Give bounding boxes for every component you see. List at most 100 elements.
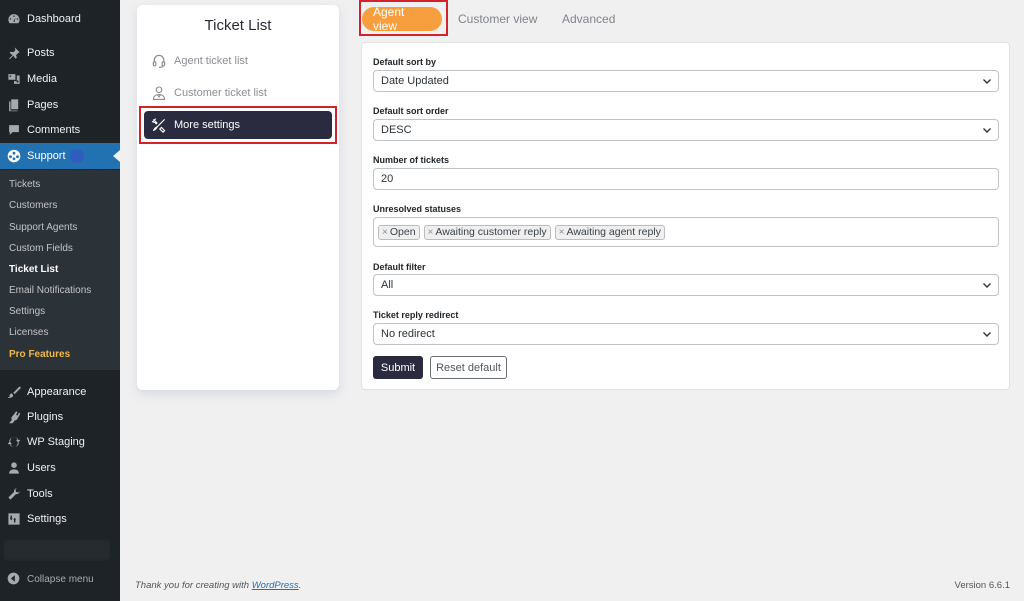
agent-view-settings-form: Default sort by Date Updated Default sor…	[361, 42, 1010, 390]
menu-item-label: Dashboard	[27, 13, 81, 25]
default-filter-select[interactable]: All	[373, 274, 999, 296]
menu-item-users[interactable]: Users	[0, 455, 120, 481]
reset-default-button[interactable]: Reset default	[430, 356, 507, 379]
status-tag-awaiting-agent-reply[interactable]: × Awaiting agent reply	[554, 224, 665, 240]
collapse-arrow-icon	[7, 572, 21, 586]
footer-thanks-suffix: .	[298, 580, 302, 591]
footer-thanks: Thank you for creating with WordPress.	[135, 580, 301, 591]
notification-badge	[69, 149, 84, 163]
number-of-tickets-input[interactable]: 20	[373, 168, 999, 190]
sync-icon	[7, 435, 21, 449]
footer-version: Version 6.6.1	[954, 580, 1010, 591]
input-value: 20	[381, 173, 394, 185]
menu-item-label: Tools	[27, 488, 53, 500]
headset-icon	[151, 53, 167, 69]
ticket-reply-redirect-select[interactable]: No redirect	[373, 323, 999, 345]
nav-item-label: Agent ticket list	[174, 55, 248, 67]
chevron-down-icon	[982, 125, 992, 135]
menu-item-posts[interactable]: Posts	[0, 40, 120, 66]
user-icon	[7, 461, 21, 475]
menu-item-label: Appearance	[27, 386, 87, 398]
unresolved-statuses-label: Unresolved statuses	[373, 204, 462, 214]
default-sort-by-select[interactable]: Date Updated	[373, 70, 999, 92]
select-value: DESC	[381, 124, 412, 136]
collapse-menu-button[interactable]: Collapse menu	[0, 570, 120, 588]
menu-item-label: Support	[27, 150, 66, 162]
menu-item-support[interactable]: Support	[0, 143, 120, 169]
menu-item-comments[interactable]: Comments	[0, 117, 120, 143]
select-value: All	[381, 279, 394, 291]
menu-item-wp-staging[interactable]: WP Staging	[0, 429, 120, 455]
tab-agent-view[interactable]: Agent view	[362, 5, 442, 33]
admin-sidebar: Dashboard Posts Media Pages Comments Sup…	[0, 0, 120, 601]
nav-agent-ticket-list[interactable]: Agent ticket list	[151, 51, 248, 71]
menu-item-pages[interactable]: Pages	[0, 92, 120, 118]
tab-advanced[interactable]: Advanced	[562, 7, 615, 31]
footer-thanks-text: Thank you for creating with	[135, 580, 252, 591]
chevron-down-icon	[982, 76, 992, 86]
default-sort-order-label: Default sort order	[373, 106, 449, 116]
submenu-item-licenses[interactable]: Licenses	[9, 327, 48, 338]
menu-item-dashboard[interactable]: Dashboard	[0, 6, 120, 32]
media-icon	[7, 72, 21, 86]
tag-label: Awaiting agent reply	[566, 226, 661, 238]
submenu-item-settings[interactable]: Settings	[9, 306, 45, 317]
tab-customer-view[interactable]: Customer view	[458, 7, 537, 31]
wrench-icon	[7, 487, 21, 501]
nav-item-label: More settings	[174, 119, 241, 131]
submenu-item-support-agents[interactable]: Support Agents	[9, 222, 77, 233]
remove-tag-icon[interactable]: ×	[382, 227, 388, 238]
unresolved-statuses-multiselect[interactable]: × Open × Awaiting customer reply × Await…	[373, 217, 999, 247]
submenu-item-tickets[interactable]: Tickets	[9, 179, 40, 190]
plug-icon	[7, 410, 21, 424]
submit-button[interactable]: Submit	[373, 356, 423, 379]
menu-item-label: Media	[27, 73, 57, 85]
submenu-item-ticket-list[interactable]: Ticket List	[9, 264, 58, 275]
menu-item-settings[interactable]: Settings	[0, 506, 120, 532]
comment-icon	[7, 123, 21, 137]
nav-item-label: Customer ticket list	[174, 87, 267, 99]
tag-label: Awaiting customer reply	[435, 226, 547, 238]
dashboard-icon	[7, 12, 21, 26]
menu-item-appearance[interactable]: Appearance	[0, 379, 120, 405]
menu-item-plugins[interactable]: Plugins	[0, 404, 120, 430]
remove-tag-icon[interactable]: ×	[428, 227, 434, 238]
menu-item-tools[interactable]: Tools	[0, 481, 120, 507]
submenu-item-pro-features[interactable]: Pro Features	[9, 349, 70, 360]
pages-icon	[7, 98, 21, 112]
menu-item-label: Comments	[27, 124, 81, 136]
default-sort-order-select[interactable]: DESC	[373, 119, 999, 141]
menu-item-label: Pages	[27, 99, 59, 111]
tools-icon	[151, 117, 167, 133]
ticket-list-nav-card: Ticket List Agent ticket list Customer t…	[137, 5, 339, 390]
brush-icon	[7, 385, 21, 399]
chevron-down-icon	[982, 329, 992, 339]
select-value: Date Updated	[381, 75, 449, 87]
highlight-box-more-settings: More settings	[139, 106, 337, 144]
wordpress-link[interactable]: WordPress	[252, 580, 299, 591]
menu-item-label: Plugins	[27, 411, 64, 423]
customer-icon	[151, 85, 167, 101]
nav-more-settings[interactable]: More settings	[144, 111, 332, 139]
select-value: No redirect	[381, 328, 435, 340]
menu-item-label: Settings	[27, 513, 67, 525]
number-of-tickets-label: Number of tickets	[373, 155, 450, 165]
pin-icon	[7, 46, 21, 60]
default-sort-by-label: Default sort by	[373, 57, 437, 67]
menu-item-label: WP Staging	[27, 436, 85, 448]
ticket-reply-redirect-label: Ticket reply redirect	[373, 310, 459, 320]
collapse-menu-label: Collapse menu	[27, 573, 94, 585]
remove-tag-icon[interactable]: ×	[559, 227, 565, 238]
menu-item-label: Posts	[27, 47, 55, 59]
submenu-item-customers[interactable]: Customers	[9, 200, 57, 211]
chevron-down-icon	[982, 280, 992, 290]
submenu-item-custom-fields[interactable]: Custom Fields	[9, 243, 73, 254]
settings-icon	[7, 512, 21, 526]
support-icon	[7, 149, 21, 163]
status-tag-awaiting-customer-reply[interactable]: × Awaiting customer reply	[423, 224, 551, 240]
nav-customer-ticket-list[interactable]: Customer ticket list	[151, 83, 267, 103]
tag-label: Open	[389, 226, 416, 238]
status-tag-open[interactable]: × Open	[378, 224, 420, 240]
menu-item-media[interactable]: Media	[0, 66, 120, 92]
submenu-item-email-notifications[interactable]: Email Notifications	[9, 285, 91, 296]
